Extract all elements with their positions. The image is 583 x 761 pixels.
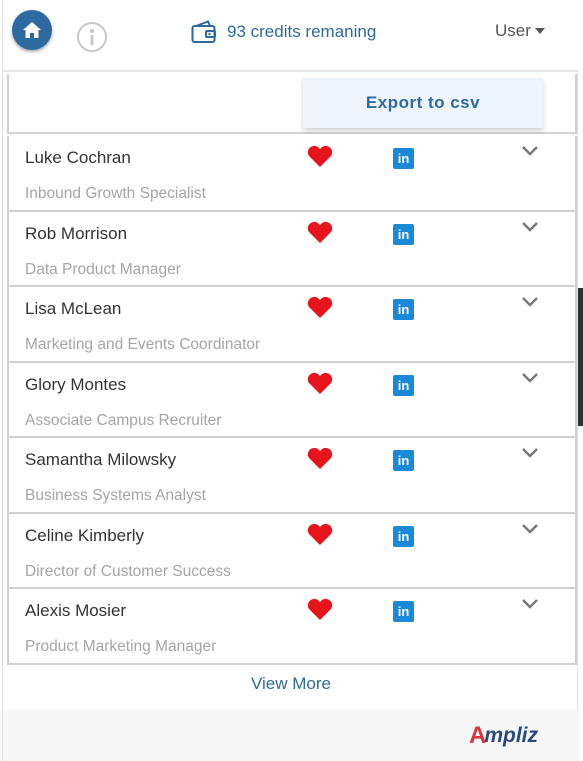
heart-icon[interactable] [307, 446, 333, 470]
linkedin-icon[interactable]: in [393, 148, 414, 169]
linkedin-icon[interactable]: in [393, 223, 414, 245]
contact-name: Glory Montes [25, 374, 127, 394]
linkedin-icon[interactable]: in [393, 450, 414, 471]
info-button[interactable] [77, 22, 107, 52]
ampliz-logo: A mpliz [469, 722, 538, 750]
chevron-down-icon[interactable] [521, 597, 539, 611]
user-menu-label: User [495, 21, 531, 40]
info-icon [90, 29, 94, 45]
contact-row[interactable]: Samantha Milowsky Business Systems Analy… [7, 438, 577, 514]
linkedin-icon[interactable]: in [393, 299, 414, 320]
export-csv-button[interactable]: Export to csv [303, 78, 543, 128]
contact-title: Business Systems Analyst [25, 487, 206, 504]
contact-list: Luke Cochran Inbound Growth Specialist i… [7, 136, 577, 665]
linkedin-icon[interactable]: in [393, 601, 414, 622]
credits-text: 93 credits remaning [227, 22, 377, 41]
user-menu[interactable]: User [495, 21, 545, 41]
home-button[interactable] [12, 10, 52, 50]
ampliz-logo-text: mpliz [484, 724, 539, 747]
contact-title: Product Marketing Manager [25, 638, 217, 655]
view-more-link[interactable]: View More [3, 664, 579, 704]
contact-name: Luke Cochran [25, 148, 131, 167]
heart-icon[interactable] [307, 597, 333, 621]
wallet-icon [191, 20, 216, 43]
contact-name: Alexis Mosier [25, 601, 127, 620]
linkedin-icon[interactable]: in [393, 525, 414, 547]
contact-row[interactable]: Luke Cochran Inbound Growth Specialist i… [7, 136, 577, 212]
contact-row[interactable]: Rob Morrison Data Product Manager in [7, 211, 577, 287]
heart-icon[interactable] [307, 522, 333, 546]
extension-panel: 93 credits remaning User Export to csv L… [2, 0, 579, 761]
heart-icon[interactable] [307, 144, 333, 168]
chevron-down-icon[interactable] [521, 371, 539, 385]
contact-row[interactable]: Alexis Mosier Product Marketing Manager … [7, 589, 577, 665]
chevron-down-icon[interactable] [521, 220, 539, 234]
heart-icon[interactable] [307, 295, 333, 319]
linkedin-icon[interactable]: in [393, 374, 414, 396]
home-icon [23, 22, 41, 38]
contact-row[interactable]: Celine Kimberly Director of Customer Suc… [7, 513, 577, 589]
footer: A mpliz [3, 710, 579, 761]
heart-icon[interactable] [307, 371, 333, 395]
chevron-down-icon[interactable] [521, 446, 539, 460]
header: 93 credits remaning User [3, 0, 579, 72]
contact-title: Data Product Manager [25, 260, 181, 278]
contact-title: Marketing and Events Coordinator [25, 336, 261, 353]
toolbar: Export to csv [7, 74, 577, 134]
contact-name: Rob Morrison [25, 223, 128, 243]
contact-row[interactable]: Glory Montes Associate Campus Recruiter … [7, 362, 577, 438]
contact-row[interactable]: Lisa McLean Marketing and Events Coordin… [7, 287, 577, 363]
heart-icon[interactable] [307, 220, 333, 244]
chevron-down-icon[interactable] [521, 295, 539, 309]
chevron-down-icon[interactable] [521, 144, 539, 158]
contact-title: Director of Customer Success [25, 562, 231, 580]
contact-name: Lisa McLean [25, 299, 122, 318]
credits-indicator: 93 credits remaning [191, 18, 376, 46]
contact-name: Samantha Milowsky [25, 450, 177, 469]
contact-title: Inbound Growth Specialist [25, 185, 206, 202]
caret-down-icon [534, 28, 545, 34]
contact-name: Celine Kimberly [25, 525, 145, 545]
contact-title: Associate Campus Recruiter [25, 411, 222, 429]
chevron-down-icon[interactable] [521, 522, 539, 536]
